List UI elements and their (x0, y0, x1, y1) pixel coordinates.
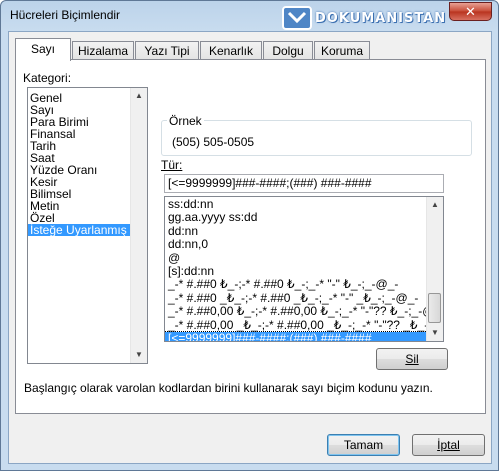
format-code-items: ss:dd:nn gg.aa.yyyy ss:dd dd:nn dd:nn,0 … (165, 197, 427, 341)
description-text: Başlangıç olarak varolan kodlardan birin… (24, 381, 433, 395)
watermark-text: DOKUMANISTAN (315, 11, 447, 26)
tab-fill[interactable]: Dolgu (263, 41, 313, 60)
scroll-up-arrow-icon[interactable]: ▲ (427, 197, 443, 213)
close-icon: ✕ (465, 4, 476, 19)
format-code-item[interactable]: ss:dd:nn (165, 197, 427, 211)
dialog-client-area: Sayı Hizalama Yazı Tipi Kenarlık Dolgu K… (8, 31, 492, 464)
format-code-list[interactable]: ss:dd:nn gg.aa.yyyy ss:dd dd:nn dd:nn,0 … (164, 196, 444, 342)
tab-protection[interactable]: Koruma (314, 41, 370, 60)
format-code-item[interactable]: @ (165, 251, 427, 265)
sample-label: Örnek (167, 114, 204, 128)
tab-protection-label: Koruma (320, 44, 364, 58)
tab-border-label: Kenarlık (208, 44, 254, 58)
format-cells-dialog: Hücreleri Biçimlendir DOKUMANISTAN ✕ Say… (0, 0, 499, 471)
scroll-down-arrow-icon[interactable]: ▼ (427, 325, 443, 341)
sample-value: (505) 505-0505 (172, 135, 255, 149)
ok-button[interactable]: Tamam (327, 434, 400, 456)
cancel-button-label: İptal (437, 438, 460, 452)
format-code-item[interactable]: _-* #.##0,00 ₺_-;-* #.##0,00 ₺_-;_-* "-"… (165, 304, 427, 318)
tab-number-label: Sayı (30, 42, 55, 56)
watermark-logo-icon (282, 6, 312, 30)
category-list[interactable]: Genel Sayı Para Birimi Finansal Tarih Sa… (27, 87, 148, 364)
format-code-item[interactable]: _-* #.##0 _₺_-;-* #.##0 _₺_-;_-* "-" _₺_… (165, 291, 427, 305)
tab-alignment[interactable]: Hizalama (72, 41, 134, 60)
type-label: Tür: (161, 158, 183, 172)
scroll-down-arrow-icon[interactable]: ▼ (131, 347, 147, 363)
category-scrollbar[interactable]: ▲ ▼ (130, 88, 147, 363)
cancel-button[interactable]: İptal (412, 434, 485, 456)
format-code-scrollbar[interactable]: ▲ ▼ (426, 197, 443, 341)
scrollbar-thumb[interactable] (428, 293, 441, 323)
type-input[interactable]: [<=9999999]###-####;(###) ###-#### (164, 174, 444, 193)
tab-font[interactable]: Yazı Tipi (135, 41, 199, 60)
close-button[interactable]: ✕ (449, 2, 492, 21)
delete-button[interactable]: Sil (376, 348, 448, 370)
delete-button-label: Sil (405, 352, 419, 366)
format-code-item[interactable]: [s]:dd:nn (165, 264, 427, 278)
format-code-item[interactable]: _-* #.##0,00 _₺_-;-* #.##0,00 _₺_-;_-* "… (165, 318, 427, 332)
format-code-item[interactable]: dd:nn,0 (165, 237, 427, 251)
tab-fill-label: Dolgu (272, 44, 304, 58)
number-tab-panel: Kategori: Genel Sayı Para Birimi Finansa… (15, 59, 486, 414)
format-code-item[interactable]: gg.aa.yyyy ss:dd (165, 211, 427, 224)
ok-button-label: Tamam (343, 438, 384, 452)
tab-border[interactable]: Kenarlık (200, 41, 262, 60)
scroll-up-arrow-icon[interactable]: ▲ (131, 88, 147, 104)
tab-number[interactable]: Sayı (15, 38, 71, 61)
title-bar[interactable]: Hücreleri Biçimlendir DOKUMANISTAN ✕ (1, 1, 498, 31)
dialog-title: Hücreleri Biçimlendir (10, 8, 121, 22)
tab-font-label: Yazı Tipi (144, 44, 190, 58)
tab-alignment-label: Hizalama (77, 44, 128, 58)
format-code-item[interactable]: dd:nn (165, 224, 427, 238)
format-code-item-selected[interactable]: [<=9999999]###-####;(###) ###-#### (165, 330, 427, 341)
category-label: Kategori: (23, 71, 72, 85)
format-code-item[interactable]: _-* #.##0 ₺_-;-* #.##0 ₺_-;_-* "-" ₺_-;_… (165, 278, 427, 291)
